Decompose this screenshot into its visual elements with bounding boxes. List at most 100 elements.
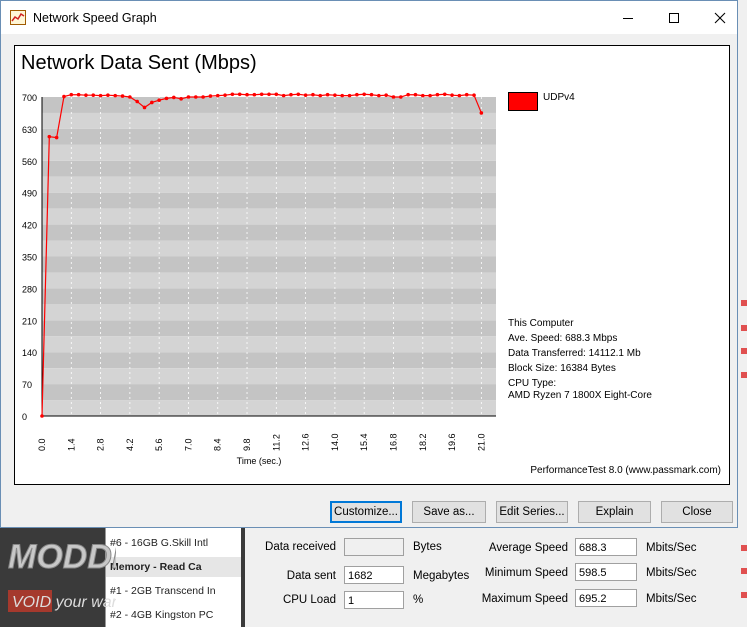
grid-band xyxy=(42,336,496,353)
average-speed-unit: Mbits/Sec xyxy=(646,542,697,554)
x-tick-label: 11.2 xyxy=(271,434,281,451)
data-point xyxy=(120,94,125,98)
data-point xyxy=(62,94,66,99)
x-tick-label: 2.8 xyxy=(96,438,106,451)
data-point xyxy=(157,98,161,102)
background-marker xyxy=(741,592,747,598)
performancetest-credit: PerformanceTest 8.0 (www.passmark.com) xyxy=(530,465,721,476)
data-point xyxy=(296,92,301,97)
x-tick-label: 19.6 xyxy=(447,433,457,451)
grid-band xyxy=(42,288,496,305)
data-point xyxy=(84,93,88,97)
watermark-text: MODDERS xyxy=(8,538,116,576)
x-tick-label: 15.4 xyxy=(359,433,369,451)
grid-band xyxy=(42,224,496,241)
info-data-transferred: Data Transferred: 14112.1 Mb xyxy=(508,348,641,359)
grid-band xyxy=(42,368,496,385)
grid-band xyxy=(42,97,496,113)
data-point xyxy=(362,92,366,97)
x-tick-label: 18.2 xyxy=(418,433,428,451)
data-point xyxy=(142,105,147,110)
y-tick-label: 70 xyxy=(22,380,32,390)
y-tick-label: 280 xyxy=(22,284,37,294)
data-point xyxy=(54,135,59,140)
grid-band xyxy=(42,112,496,129)
y-tick-label: 0 xyxy=(22,412,27,422)
background-marker xyxy=(741,372,747,378)
list-item[interactable]: Memory - Read Ca xyxy=(110,561,202,573)
grid-band xyxy=(42,272,496,289)
graph-panel: Network Data Sent (Mbps) 0 70 140 210 280 350… xyxy=(14,45,730,485)
maximum-speed-label: Maximum Speed xyxy=(481,593,568,605)
y-tick-label: 630 xyxy=(22,125,37,135)
x-tick-label: 4.2 xyxy=(125,438,135,451)
y-tick-label: 700 xyxy=(22,93,37,103)
data-point xyxy=(472,93,476,97)
save-as-button[interactable]: Save as... xyxy=(412,501,486,523)
background-marker xyxy=(741,568,747,574)
grid-band xyxy=(42,176,496,193)
x-tick-label: 0.0 xyxy=(37,438,47,451)
title-bar[interactable]: Network Speed Graph xyxy=(1,1,737,34)
minimize-button[interactable] xyxy=(605,1,651,34)
cpu-load-unit: % xyxy=(413,594,424,606)
data-point xyxy=(172,95,176,100)
edit-series-button[interactable]: Edit Series... xyxy=(496,501,568,523)
info-block-size: Block Size: 16384 Bytes xyxy=(508,363,616,374)
data-point xyxy=(47,134,52,139)
background-marker xyxy=(741,348,747,354)
background-right-edge xyxy=(738,0,747,627)
legend-swatch-udpv4 xyxy=(508,92,538,111)
x-tick-label: 16.8 xyxy=(388,433,398,451)
data-point xyxy=(420,93,425,98)
grid-band xyxy=(42,400,496,416)
data-point xyxy=(164,96,169,101)
x-tick-label: 7.0 xyxy=(183,438,193,451)
list-item[interactable]: #6 - 16GB G.Skill Intl xyxy=(110,537,208,549)
x-tick-label: 1.4 xyxy=(66,438,76,451)
data-point xyxy=(289,92,293,97)
x-tick-label: 5.6 xyxy=(154,438,164,451)
data-point xyxy=(98,93,103,98)
explain-button[interactable]: Explain xyxy=(578,501,651,523)
background-marker xyxy=(741,325,747,331)
data-point xyxy=(384,93,388,97)
customize-button[interactable]: Customize... xyxy=(330,501,402,523)
minimum-speed-field: 598.5 xyxy=(575,563,637,581)
data-point xyxy=(76,92,81,97)
maximize-button[interactable] xyxy=(651,1,697,34)
grid-band xyxy=(42,352,496,369)
data-point xyxy=(325,92,330,97)
legend-label-udpv4: UDPv4 xyxy=(543,92,575,103)
x-tick-label: 9.8 xyxy=(242,438,252,451)
grid-band xyxy=(42,128,496,145)
info-computer: This Computer xyxy=(508,318,574,329)
modders-inc-logo: MODDERS VOID your warranty xyxy=(8,538,116,612)
average-speed-label: Average Speed xyxy=(488,542,568,554)
data-point xyxy=(303,93,308,97)
watermark-subtext: VOID your warranty xyxy=(12,594,116,611)
x-tick-label: 12.6 xyxy=(301,433,311,451)
close-window-button[interactable] xyxy=(697,1,743,34)
list-item[interactable]: #2 - 4GB Kingston PC xyxy=(110,609,213,621)
data-point xyxy=(40,414,44,418)
line-chart: 0 70 140 210 280 350 420 490 560 630 700 0.0 1.4 2.8 4… xyxy=(22,92,496,466)
data-point xyxy=(406,92,410,97)
data-point xyxy=(186,95,191,99)
data-point xyxy=(340,93,345,98)
grid-band xyxy=(42,208,496,225)
grid-band xyxy=(42,304,496,321)
data-point xyxy=(391,95,396,99)
window-title: Network Speed Graph xyxy=(33,11,157,25)
data-point xyxy=(223,93,227,97)
data-point xyxy=(355,92,359,97)
grid-band xyxy=(42,240,496,257)
y-tick-label: 560 xyxy=(22,157,37,167)
close-button[interactable]: Close xyxy=(661,501,733,523)
x-axis-label: Time (sec.) xyxy=(237,456,282,466)
data-received-field xyxy=(344,538,404,556)
background-marker xyxy=(741,300,747,306)
average-speed-field: 688.3 xyxy=(575,538,637,556)
maximum-speed-unit: Mbits/Sec xyxy=(646,593,697,605)
list-item[interactable]: #1 - 2GB Transcend In xyxy=(110,585,216,597)
